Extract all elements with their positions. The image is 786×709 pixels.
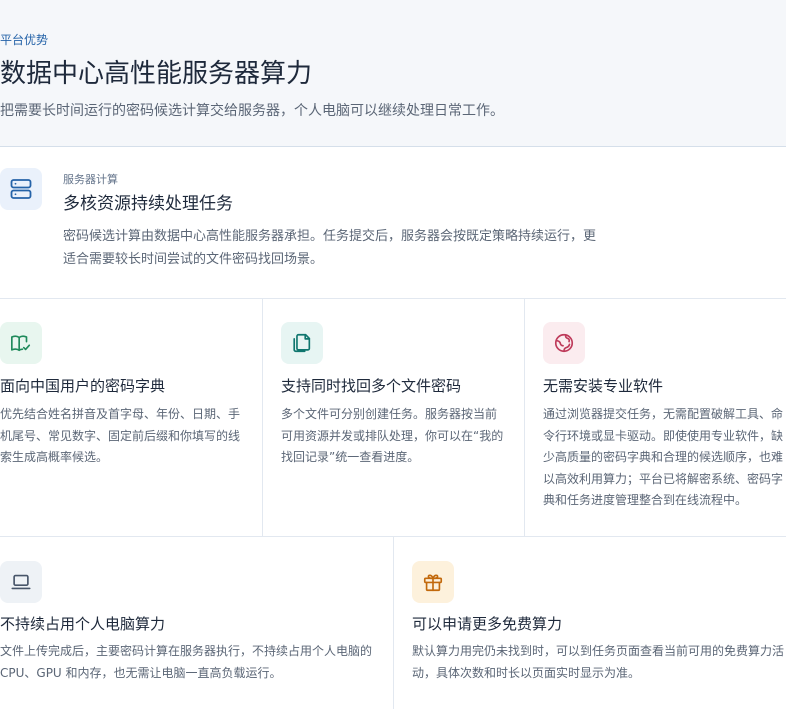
card-description: 优先结合姓名拼音及首字母、年份、日期、手机尾号、常见数字、固定前后缀和你填写的线…	[0, 407, 241, 465]
feature-title: 多核资源持续处理任务	[63, 194, 233, 214]
card-title: 不持续占用个人电脑算力	[0, 615, 166, 633]
card-title: 无需安装专业软件	[543, 377, 664, 395]
hero-description: 把需要长时间运行的密码候选计算交给服务器，个人电脑可以继续处理日常工作。	[0, 103, 504, 119]
globe-icon	[543, 322, 585, 364]
card-description: 通过浏览器提交任务，无需配置破解工具、命令行环境或显卡驱动。即使使用专业软件，缺…	[543, 407, 784, 508]
feature-eyebrow: 服务器计算	[63, 173, 118, 186]
book-check-icon	[0, 322, 42, 364]
page-title: 数据中心高性能服务器算力	[0, 59, 313, 89]
card-chinese-dictionary: 面向中国用户的密码字典 优先结合姓名拼音及首字母、年份、日期、手机尾号、常见数字…	[0, 299, 262, 536]
card-title: 支持同时找回多个文件密码	[281, 377, 462, 395]
card-description: 默认算力用完仍未找到时，可以到任务页面查看当前可用的免费算力活动，具体次数和时长…	[412, 644, 785, 680]
gift-icon	[412, 561, 454, 603]
feature-server-compute: 服务器计算 多核资源持续处理任务 密码候选计算由数据中心高性能服务器承担。任务提…	[0, 147, 786, 299]
card-no-pc-usage: 不持续占用个人电脑算力 文件上传完成后，主要密码计算在服务器执行，不持续占用个人…	[0, 537, 393, 709]
card-title: 面向中国用户的密码字典	[0, 377, 166, 395]
laptop-icon	[0, 561, 42, 603]
card-title: 可以申请更多免费算力	[412, 615, 563, 633]
server-icon	[0, 168, 42, 210]
advantages-row-2: 不持续占用个人电脑算力 文件上传完成后，主要密码计算在服务器执行，不持续占用个人…	[0, 537, 786, 709]
hero-section: 平台优势 数据中心高性能服务器算力 把需要长时间运行的密码候选计算交给服务器，个…	[0, 0, 786, 147]
card-no-software: 无需安装专业软件 通过浏览器提交任务，无需配置破解工具、命令行环境或显卡驱动。即…	[524, 299, 786, 536]
card-multiple-files: 支持同时找回多个文件密码 多个文件可分别创建任务。服务器按当前可用资源并发或排队…	[262, 299, 525, 536]
hero-eyebrow: 平台优势	[0, 33, 49, 47]
advantages-row-1: 面向中国用户的密码字典 优先结合姓名拼音及首字母、年份、日期、手机尾号、常见数字…	[0, 299, 786, 537]
card-free-compute: 可以申请更多免费算力 默认算力用完仍未找到时，可以到任务页面查看当前可用的免费算…	[393, 537, 786, 709]
feature-description: 密码候选计算由数据中心高性能服务器承担。任务提交后，服务器会按既定策略持续运行，…	[63, 229, 597, 267]
card-description: 文件上传完成后，主要密码计算在服务器执行，不持续占用个人电脑的 CPU、GPU …	[0, 644, 373, 680]
copy-files-icon	[281, 322, 323, 364]
card-description: 多个文件可分别创建任务。服务器按当前可用资源并发或排队处理，你可以在“我的找回记…	[281, 407, 504, 465]
